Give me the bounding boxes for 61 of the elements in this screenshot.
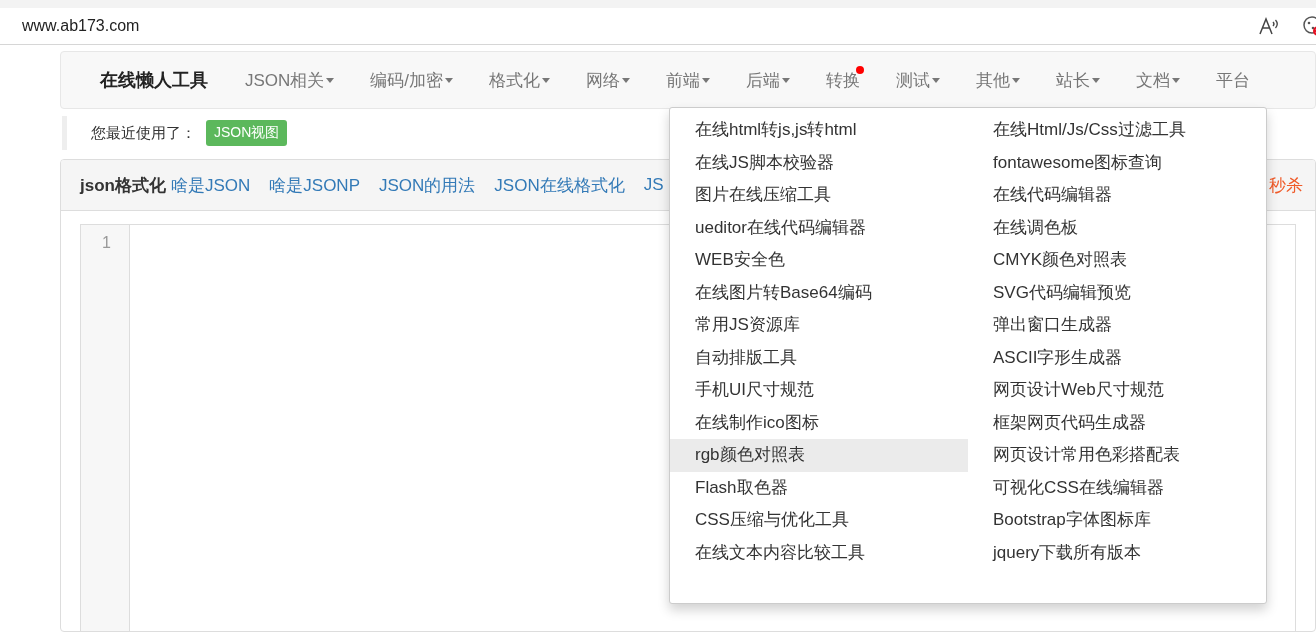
dropdown-menu-item[interactable]: 在线图片转Base64编码: [670, 276, 968, 309]
dropdown-menu-item[interactable]: CMYK颜色对照表: [968, 244, 1266, 277]
notification-dot: [856, 65, 865, 74]
help-link[interactable]: 啥是JSON: [170, 173, 251, 197]
caret-icon: [622, 77, 631, 83]
dropdown-menu-item[interactable]: Bootstrap字体图标库: [968, 504, 1266, 537]
dropdown-menu-item[interactable]: CSS压缩与优化工具: [670, 504, 968, 537]
caret-icon: [445, 77, 454, 83]
dropdown-menu-item[interactable]: jquery下载所有版本: [968, 536, 1266, 569]
nav-menu-item[interactable]: 网络: [568, 68, 649, 92]
dropdown-menu-item[interactable]: 在线Html/Js/Css过滤工具: [968, 114, 1266, 147]
caret-icon: [1012, 77, 1021, 83]
nav-menu-item[interactable]: 站长: [1038, 68, 1119, 92]
help-link[interactable]: 啥是JSONP: [269, 173, 360, 197]
dropdown-menu-item[interactable]: fontawesome图标查询: [968, 146, 1266, 179]
caret-icon: [1092, 77, 1101, 83]
dropdown-menu-item[interactable]: 自动排版工具: [670, 341, 968, 374]
nav-menu-item[interactable]: 后端: [728, 68, 809, 92]
dropdown-menu-item[interactable]: 图片在线压缩工具: [670, 179, 968, 212]
dropdown-menu-item[interactable]: 在线代码编辑器: [968, 179, 1266, 212]
dropdown-menu-item[interactable]: SVG代码编辑预览: [968, 276, 1266, 309]
dropdown-menu-item[interactable]: 网页设计常用色彩搭配表: [968, 439, 1266, 472]
line-number: 1: [101, 233, 111, 253]
dropdown-menu-item[interactable]: 可视化CSS在线编辑器: [968, 471, 1266, 504]
nav-menu-item[interactable]: 测试: [878, 68, 959, 92]
panel-title: json格式化: [80, 174, 166, 197]
nav-menu-item[interactable]: JSON相关: [227, 68, 353, 92]
dropdown-menu-item[interactable]: rgb颜色对照表: [670, 439, 968, 472]
nav-menu-item[interactable]: 平台: [1198, 68, 1269, 92]
dropdown-menu-item[interactable]: 在线文本内容比较工具: [670, 536, 968, 569]
nav-menu-item[interactable]: 格式化: [471, 68, 569, 92]
help-link[interactable]: JS: [643, 175, 664, 195]
dropdown-menu-item[interactable]: Flash取色器: [670, 471, 968, 504]
caret-icon: [702, 77, 711, 83]
caret-icon: [782, 77, 791, 83]
nav-menu-item[interactable]: 转换: [808, 68, 879, 92]
recent-label: 您最近使用了：: [91, 123, 196, 143]
dropdown-menu-item[interactable]: ueditor在线代码编辑器: [670, 211, 968, 244]
nav-menu-item[interactable]: 编码/加密: [352, 68, 472, 92]
nav-menu-item[interactable]: 其他: [958, 68, 1039, 92]
dropdown-menu-item[interactable]: 在线调色板: [968, 211, 1266, 244]
help-link[interactable]: JSON的用法: [379, 173, 476, 197]
dropdown-menu-item[interactable]: 在线html转js,js转html: [670, 114, 968, 147]
dropdown-menu-item[interactable]: ASCII字形生成器: [968, 341, 1266, 374]
read-aloud-icon[interactable]: [1258, 16, 1280, 36]
dropdown-menu-item[interactable]: 框架网页代码生成器: [968, 406, 1266, 439]
dropdown-menu-item[interactable]: WEB安全色: [670, 244, 968, 277]
dropdown-menu-item[interactable]: 常用JS资源库: [670, 309, 968, 342]
dropdown-menu-item[interactable]: 手机UI尺寸规范: [670, 374, 968, 407]
dropdown-menu-item[interactable]: 网页设计Web尺寸规范: [968, 374, 1266, 407]
caret-icon: [542, 77, 551, 83]
dropdown-menu-item[interactable]: 弹出窗口生成器: [968, 309, 1266, 342]
caret-icon: [326, 77, 335, 83]
caret-icon: [932, 77, 941, 83]
dropdown-menu-item[interactable]: 在线JS脚本校验器: [670, 146, 968, 179]
nav-menu-item[interactable]: 文档: [1118, 68, 1199, 92]
help-link[interactable]: JSON在线格式化: [494, 173, 625, 197]
dropdown-menu-item[interactable]: 在线制作ico图标: [670, 406, 968, 439]
site-logo[interactable]: 在线懒人工具: [81, 68, 227, 92]
caret-icon: [1172, 77, 1181, 83]
nav-menu-item[interactable]: 前端: [648, 68, 729, 92]
